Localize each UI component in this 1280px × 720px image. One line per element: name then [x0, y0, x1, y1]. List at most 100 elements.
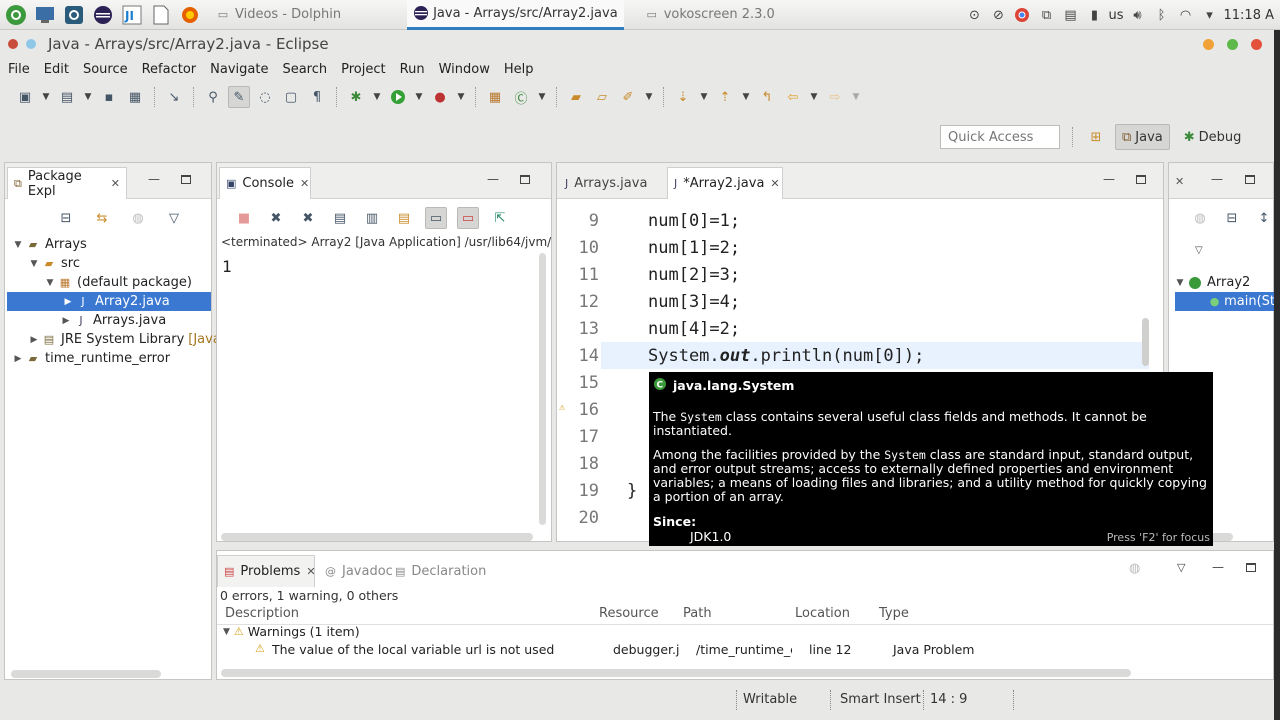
java-perspective-button[interactable]: ⧉ Java — [1115, 124, 1170, 150]
tree-item-arrays-java[interactable]: ▶ J Arrays.java — [59, 311, 167, 330]
column-header-location[interactable]: Location — [795, 606, 850, 621]
new-icon[interactable]: ▣ — [14, 86, 36, 108]
maximize-icon[interactable] — [1136, 175, 1146, 184]
chrome-icon[interactable] — [1012, 5, 1032, 25]
tree-item-default-package[interactable]: ▼ ▦ (default package) — [43, 273, 192, 292]
maximize-window-button[interactable] — [1227, 39, 1238, 50]
open-console-icon[interactable]: ⇱ — [489, 207, 511, 229]
javadoc-hover-popup[interactable]: C java.lang.System The System class cont… — [649, 372, 1213, 546]
column-header-path[interactable]: Path — [683, 606, 712, 621]
save-icon[interactable]: ▪ — [98, 86, 120, 108]
task-vokoscreen[interactable]: ▭ vokoscreen 2.3.0 — [638, 0, 781, 30]
close-icon[interactable]: ✕ — [770, 177, 779, 190]
collapsed-icon[interactable]: ▶ — [59, 316, 73, 326]
toggle-breadcrumb-icon[interactable]: ▢ — [280, 86, 302, 108]
column-header-description[interactable]: Description — [225, 606, 299, 621]
minimize-icon[interactable]: — — [1212, 561, 1224, 574]
tab-javadoc[interactable]: @ Javadoc — [319, 555, 399, 587]
previous-annotation-dropdown-icon[interactable]: ▼ — [740, 92, 752, 102]
terminal-icon[interactable] — [61, 2, 87, 28]
table-row[interactable]: ⚠ The value of the local variable url is… — [217, 642, 1257, 662]
outline-item-class[interactable]: ▼ Array2 — [1173, 273, 1251, 292]
expanded-icon[interactable]: ▼ — [43, 278, 57, 288]
tab-declaration[interactable]: ▤ Declaration — [389, 555, 492, 587]
app-launcher-icon[interactable] — [3, 2, 29, 28]
skip-breakpoints-icon[interactable]: ↘ — [163, 86, 185, 108]
collapsed-icon[interactable]: ▶ — [61, 297, 75, 307]
warning-marker-icon[interactable]: ⚠ — [559, 402, 565, 413]
status-insert-mode[interactable]: Smart Insert — [840, 692, 921, 707]
tree-item-src[interactable]: ▼ ▰ src — [27, 254, 80, 273]
wifi-icon[interactable]: ◠ — [1176, 5, 1196, 25]
tab-arrays-java[interactable]: J Arrays.java — [559, 167, 659, 199]
keyboard-layout[interactable]: us — [1108, 8, 1123, 23]
tree-item-array2-java[interactable]: ▶ J Array2.java — [7, 292, 211, 311]
close-icon[interactable]: ✕ — [1175, 175, 1184, 188]
new-project-dropdown-icon[interactable]: ▼ — [82, 92, 94, 102]
tab-array2-java[interactable]: J *Array2.java ✕ — [667, 167, 783, 199]
maximize-icon[interactable] — [520, 175, 530, 184]
firefox-icon[interactable] — [177, 2, 203, 28]
focus-task-icon[interactable]: ◍ — [127, 207, 149, 229]
tree-item-jre-library[interactable]: ▶ ▤ JRE System Library [JavaSE — [27, 330, 238, 349]
status-cursor-position[interactable]: 14 : 9 — [930, 692, 967, 707]
view-menu-icon[interactable]: ▽ — [1177, 561, 1185, 574]
close-window-button[interactable] — [1251, 39, 1262, 50]
open-folder-icon[interactable]: ▰ — [565, 86, 587, 108]
horizontal-scrollbar[interactable] — [11, 670, 161, 678]
menu-file[interactable]: File — [8, 62, 30, 77]
block-selection-icon[interactable]: ◌ — [254, 86, 276, 108]
task-dolphin[interactable]: ▭ Videos - Dolphin — [209, 0, 347, 30]
next-annotation-icon[interactable]: ⇣ — [672, 86, 694, 108]
open-perspective-icon[interactable]: ⊞ — [1085, 126, 1107, 148]
window-menu-icon[interactable] — [8, 39, 18, 49]
back-icon[interactable]: ⇦ — [782, 86, 804, 108]
sticky-icon[interactable] — [26, 39, 36, 49]
volume-icon[interactable]: 🔊︎ — [1128, 5, 1148, 25]
tab-package-explorer[interactable]: ⧉ Package Expl ✕ — [7, 167, 127, 199]
tab-console[interactable]: ▣ Console ✕ — [219, 167, 311, 199]
maximize-icon[interactable] — [181, 175, 191, 184]
eclipse-icon[interactable] — [90, 2, 116, 28]
pause-record-icon[interactable]: ⊘ — [988, 5, 1008, 25]
forward-icon[interactable]: ⇨ — [824, 86, 846, 108]
close-icon[interactable]: ✕ — [300, 177, 309, 190]
mark-occurrences-icon[interactable]: ✎ — [228, 86, 250, 108]
column-header-type[interactable]: Type — [879, 606, 909, 621]
problems-group-warnings[interactable]: ▼ ⚠ Warnings (1 item) — [223, 624, 360, 639]
focus-task-icon[interactable]: ◍ — [1189, 207, 1211, 229]
view-menu-icon[interactable]: ▽ — [163, 207, 185, 229]
close-icon[interactable]: ✕ — [306, 565, 315, 578]
new-java-package-icon[interactable]: ▦ — [484, 86, 506, 108]
show-on-stderr-icon[interactable]: ▭ — [457, 207, 479, 229]
next-annotation-dropdown-icon[interactable]: ▼ — [698, 92, 710, 102]
minimize-icon[interactable]: — — [148, 173, 160, 186]
menu-edit[interactable]: Edit — [44, 62, 69, 77]
minimize-icon[interactable]: — — [487, 173, 499, 186]
bluetooth-icon[interactable]: ᛒ — [1152, 5, 1172, 25]
search-icon[interactable]: ✐ — [617, 86, 639, 108]
horizontal-scrollbar[interactable] — [221, 533, 533, 541]
outline-item-main[interactable]: ● main(St — [1175, 292, 1275, 311]
new-dropdown-icon[interactable]: ▼ — [40, 92, 52, 102]
menu-search[interactable]: Search — [282, 62, 327, 77]
remove-all-terminated-icon[interactable]: ✖ — [297, 207, 319, 229]
battery-icon[interactable]: ▮ — [1084, 5, 1104, 25]
terminate-icon[interactable]: ■ — [233, 207, 255, 229]
collapse-all-icon[interactable]: ⊟ — [55, 207, 77, 229]
debug-dropdown-icon[interactable]: ▼ — [371, 92, 383, 102]
collapse-all-icon[interactable]: ⊟ — [1221, 207, 1243, 229]
new-java-class-icon[interactable]: Ⓒ — [510, 86, 532, 108]
show-whitespace-icon[interactable]: ¶ — [306, 86, 328, 108]
remove-launch-icon[interactable]: ✖ — [265, 207, 287, 229]
focus-task-icon[interactable]: ◍ — [1129, 561, 1140, 576]
sort-icon[interactable]: ↕ — [1253, 207, 1275, 229]
vertical-scrollbar[interactable] — [539, 253, 546, 525]
link-with-editor-icon[interactable]: ⇆ — [91, 207, 113, 229]
tray-expand-icon[interactable]: ▾ — [1200, 5, 1220, 25]
tab-problems[interactable]: ▤ Problems ✕ — [217, 555, 316, 587]
menu-project[interactable]: Project — [341, 62, 385, 77]
minimize-icon[interactable]: — — [1103, 173, 1115, 186]
collapsed-icon[interactable]: ▶ — [27, 335, 41, 345]
run-icon[interactable] — [387, 86, 409, 108]
